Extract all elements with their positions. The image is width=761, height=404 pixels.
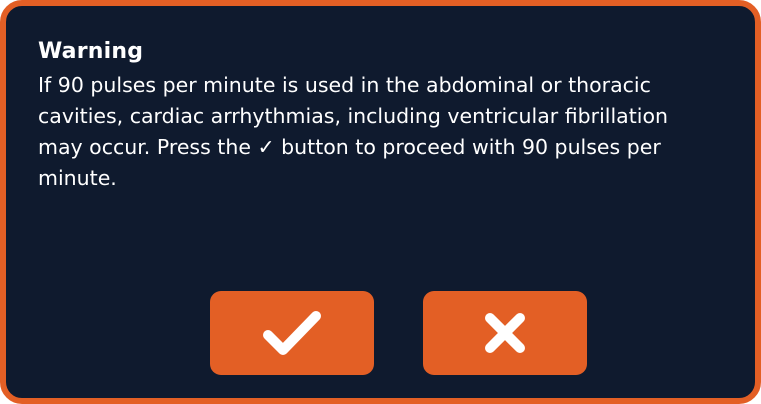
close-icon: [485, 313, 525, 353]
confirm-button[interactable]: [210, 291, 374, 375]
cancel-button[interactable]: [423, 291, 587, 375]
warning-message: If 90 pulses per minute is used in the a…: [38, 73, 668, 190]
checkmark-icon: [263, 311, 321, 355]
dialog-title: Warning: [38, 39, 144, 64]
warning-dialog: Warning If 90 pulses per minute is used …: [0, 0, 761, 404]
